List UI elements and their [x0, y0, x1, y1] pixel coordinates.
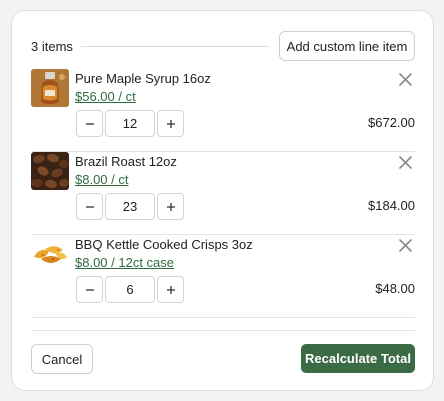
- coffee-beans-icon: [31, 152, 69, 190]
- close-icon: [398, 155, 412, 169]
- increment-button[interactable]: [157, 110, 184, 137]
- minus-icon: [85, 205, 94, 208]
- decrement-button[interactable]: [76, 110, 103, 137]
- close-icon: [398, 72, 412, 86]
- product-thumbnail: [31, 69, 69, 107]
- quantity-stepper: [76, 193, 184, 220]
- minus-icon: [85, 288, 94, 291]
- line-total: $672.00: [368, 115, 415, 130]
- quantity-input[interactable]: [105, 276, 155, 303]
- maple-syrup-bottle-icon: [31, 69, 69, 107]
- increment-button[interactable]: [157, 193, 184, 220]
- item-count: 3 items: [31, 38, 73, 54]
- product-name: Pure Maple Syrup 16oz: [75, 71, 211, 86]
- product-thumbnail: [31, 235, 69, 273]
- remove-item-button[interactable]: [397, 237, 413, 253]
- unit-price-link[interactable]: $8.00 / 12ct case: [75, 255, 174, 270]
- header-divider: [80, 45, 269, 47]
- remove-item-button[interactable]: [397, 154, 413, 170]
- potato-chips-icon: [31, 235, 69, 273]
- plus-icon: [166, 202, 175, 211]
- remove-item-button[interactable]: [397, 71, 413, 87]
- decrement-button[interactable]: [76, 193, 103, 220]
- line-total: $48.00: [375, 281, 415, 296]
- quantity-input[interactable]: [105, 193, 155, 220]
- footer-divider: [31, 330, 415, 331]
- plus-icon: [166, 119, 175, 128]
- quantity-stepper: [76, 276, 184, 303]
- unit-price-link[interactable]: $8.00 / ct: [75, 172, 128, 187]
- line-item: Brazil Roast 12oz $8.00 / ct $184.00: [31, 152, 415, 235]
- line-items-panel: 3 items Add custom line item Pure Maple …: [11, 10, 434, 391]
- quantity-stepper: [76, 110, 184, 137]
- minus-icon: [85, 122, 94, 125]
- line-item: BBQ Kettle Cooked Crisps 3oz $8.00 / 12c…: [31, 235, 415, 318]
- line-total: $184.00: [368, 198, 415, 213]
- close-icon: [398, 238, 412, 252]
- product-name: Brazil Roast 12oz: [75, 154, 177, 169]
- increment-button[interactable]: [157, 276, 184, 303]
- line-items-header: 3 items Add custom line item: [31, 31, 415, 61]
- product-thumbnail: [31, 152, 69, 190]
- quantity-input[interactable]: [105, 110, 155, 137]
- line-item: Pure Maple Syrup 16oz $56.00 / ct $672.0…: [31, 69, 415, 152]
- decrement-button[interactable]: [76, 276, 103, 303]
- product-name: BBQ Kettle Cooked Crisps 3oz: [75, 237, 253, 252]
- cancel-button[interactable]: Cancel: [31, 344, 93, 374]
- add-custom-line-item-button[interactable]: Add custom line item: [279, 31, 415, 61]
- unit-price-link[interactable]: $56.00 / ct: [75, 89, 136, 104]
- recalculate-total-button[interactable]: Recalculate Total: [301, 344, 415, 373]
- plus-icon: [166, 285, 175, 294]
